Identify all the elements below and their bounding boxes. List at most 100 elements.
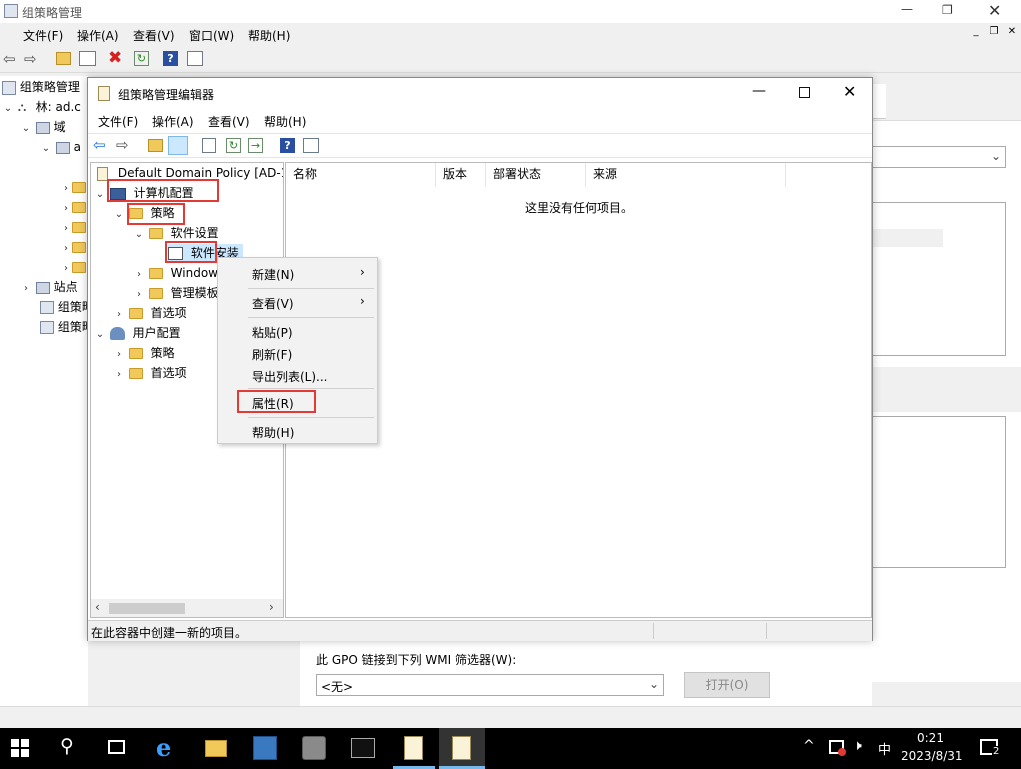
editor-back-icon[interactable]: ⇦	[93, 136, 106, 154]
tree-sites[interactable]: › 站点	[20, 278, 78, 296]
chevron-down-icon[interactable]: ⌄	[94, 326, 106, 344]
menu-item-paste[interactable]: 粘贴(P)	[218, 320, 377, 342]
tree-software-settings[interactable]: ⌄ 软件设置	[133, 224, 219, 242]
editor-titlebar[interactable]: 组策略管理编辑器 — ✕	[88, 78, 872, 108]
editor-help-icon[interactable]: ?	[280, 138, 295, 153]
outer-titlebar[interactable]: 组策略管理 — ❐ ✕	[0, 0, 1021, 23]
menu-window[interactable]: 窗口(W)	[189, 27, 234, 44]
tree-admin-templates[interactable]: › 管理模板	[133, 284, 219, 302]
minimize-button[interactable]: —	[898, 2, 916, 16]
mdi-restore-button[interactable]: ❐	[986, 26, 1002, 42]
chevron-down-icon[interactable]: ⌄	[94, 186, 106, 204]
menu-view[interactable]: 查看(V)	[133, 27, 175, 44]
tree-preferences[interactable]: › 首选项	[113, 304, 187, 322]
scroll-left-icon[interactable]: ‹	[95, 600, 100, 614]
clock-date[interactable]: 2023/8/31	[901, 749, 963, 763]
start-button[interactable]	[11, 739, 29, 757]
editor-menu-help[interactable]: 帮助(H)	[264, 113, 306, 130]
editor-properties-icon[interactable]	[303, 138, 319, 153]
editor-menu-action[interactable]: 操作(A)	[152, 113, 194, 130]
chevron-right-icon[interactable]: ›	[113, 346, 125, 364]
chevron-right-icon[interactable]: ›	[60, 220, 72, 238]
forward-icon[interactable]: ⇨	[24, 50, 37, 68]
chevron-down-icon[interactable]: ⌄	[113, 206, 125, 224]
column-deploy-state[interactable]: 部署状态	[486, 163, 586, 187]
tree-collapsed-2[interactable]: ›	[60, 198, 86, 216]
task-view-icon[interactable]	[108, 740, 125, 754]
open-button[interactable]: 打开(O)	[684, 672, 770, 698]
server-manager-icon[interactable]	[253, 736, 277, 760]
outer-right-tab[interactable]	[872, 84, 886, 119]
menu-item-view[interactable]: 查看(V) ›	[218, 291, 377, 313]
tree-gp-results[interactable]: 组策略	[40, 318, 94, 336]
search-icon[interactable]: ⚲	[60, 735, 74, 757]
column-version[interactable]: 版本	[436, 163, 486, 187]
scroll-right-icon[interactable]: ›	[269, 600, 274, 614]
menu-file[interactable]: 文件(F)	[23, 27, 63, 44]
volume-icon[interactable]: 🕨	[853, 738, 862, 754]
tree-root[interactable]: 组策略管理	[2, 78, 80, 96]
editor-minimize-button[interactable]: —	[752, 83, 766, 99]
clock-time[interactable]: 0:21	[917, 731, 944, 745]
editor-forward-icon[interactable]: ⇨	[116, 136, 129, 154]
cmd-icon[interactable]	[351, 738, 375, 758]
chevron-up-icon[interactable]: ^	[803, 738, 815, 754]
chevron-down-icon[interactable]: ⌄	[2, 100, 14, 118]
tree-domain-a[interactable]: ⌄ a	[40, 138, 81, 156]
scroll-thumb[interactable]	[109, 603, 185, 614]
chevron-down-icon[interactable]: ⌄	[133, 226, 145, 244]
delete-icon[interactable]: ✖	[108, 48, 122, 68]
list-item[interactable]	[873, 229, 943, 247]
chevron-right-icon[interactable]: ›	[60, 240, 72, 258]
editor-close-button[interactable]: ✕	[843, 82, 856, 101]
up-folder-icon[interactable]	[56, 52, 71, 65]
tools-icon[interactable]	[302, 736, 326, 760]
tree-collapsed-3[interactable]: ›	[60, 218, 86, 236]
chevron-right-icon[interactable]: ›	[60, 260, 72, 278]
chevron-right-icon[interactable]: ›	[20, 280, 32, 298]
ime-indicator[interactable]: 中	[878, 739, 891, 758]
tree-windows-settings[interactable]: › Window	[133, 264, 218, 282]
chevron-down-icon[interactable]: ⌄	[40, 140, 52, 158]
tree-user-preferences[interactable]: › 首选项	[113, 364, 187, 382]
ie-icon[interactable]: e	[156, 733, 171, 762]
tree-user-policies[interactable]: › 策略	[113, 344, 175, 362]
tree-domains[interactable]: ⌄ 域	[20, 118, 66, 136]
chevron-right-icon[interactable]: ›	[60, 180, 72, 198]
menu-item-export[interactable]: 导出列表(L)...	[218, 364, 377, 386]
chevron-down-icon[interactable]: ⌄	[20, 120, 32, 138]
editor-export-icon[interactable]	[202, 138, 216, 153]
back-icon[interactable]: ⇦	[3, 50, 16, 68]
editor-export-list-icon[interactable]: →	[248, 138, 263, 153]
menu-item-help[interactable]: 帮助(H)	[218, 420, 377, 442]
menu-item-refresh[interactable]: 刷新(F)	[218, 342, 377, 364]
column-name[interactable]: 名称	[286, 163, 436, 187]
tree-gp-modeling[interactable]: 组策略	[40, 298, 94, 316]
wmi-select[interactable]: <无> ⌄	[316, 674, 664, 696]
chevron-right-icon[interactable]: ›	[60, 200, 72, 218]
refresh-icon[interactable]: ↻	[134, 51, 149, 66]
editor-show-tree-icon[interactable]	[168, 136, 188, 155]
chevron-right-icon[interactable]: ›	[113, 366, 125, 384]
gpm-taskbar-icon[interactable]	[404, 736, 423, 760]
mdi-close-button[interactable]: ✕	[1004, 26, 1020, 42]
editor-menu-file[interactable]: 文件(F)	[98, 113, 138, 130]
tree-user-config[interactable]: ⌄ 用户配置	[94, 324, 181, 342]
outer-dropdown[interactable]: ⌄	[872, 146, 1006, 168]
editor-menu-view[interactable]: 查看(V)	[208, 113, 250, 130]
show-tree-icon[interactable]	[79, 51, 96, 66]
chevron-right-icon[interactable]: ›	[113, 306, 125, 324]
tree-collapsed-1[interactable]: ›	[60, 178, 86, 196]
restore-button[interactable]: ❐	[942, 3, 956, 17]
editor-up-folder-icon[interactable]	[148, 139, 163, 152]
editor-refresh-icon[interactable]: ↻	[226, 138, 241, 153]
column-source[interactable]: 来源	[586, 163, 786, 187]
tree-hscrollbar[interactable]: ‹ ›	[91, 599, 283, 617]
menu-help[interactable]: 帮助(H)	[248, 27, 290, 44]
menu-action[interactable]: 操作(A)	[77, 27, 119, 44]
properties-icon[interactable]	[187, 51, 203, 66]
help-icon[interactable]: ?	[163, 51, 178, 66]
menu-item-new[interactable]: 新建(N) ›	[218, 262, 377, 284]
editor-maximize-button[interactable]	[799, 87, 810, 98]
tree-collapsed-4[interactable]: ›	[60, 238, 86, 256]
